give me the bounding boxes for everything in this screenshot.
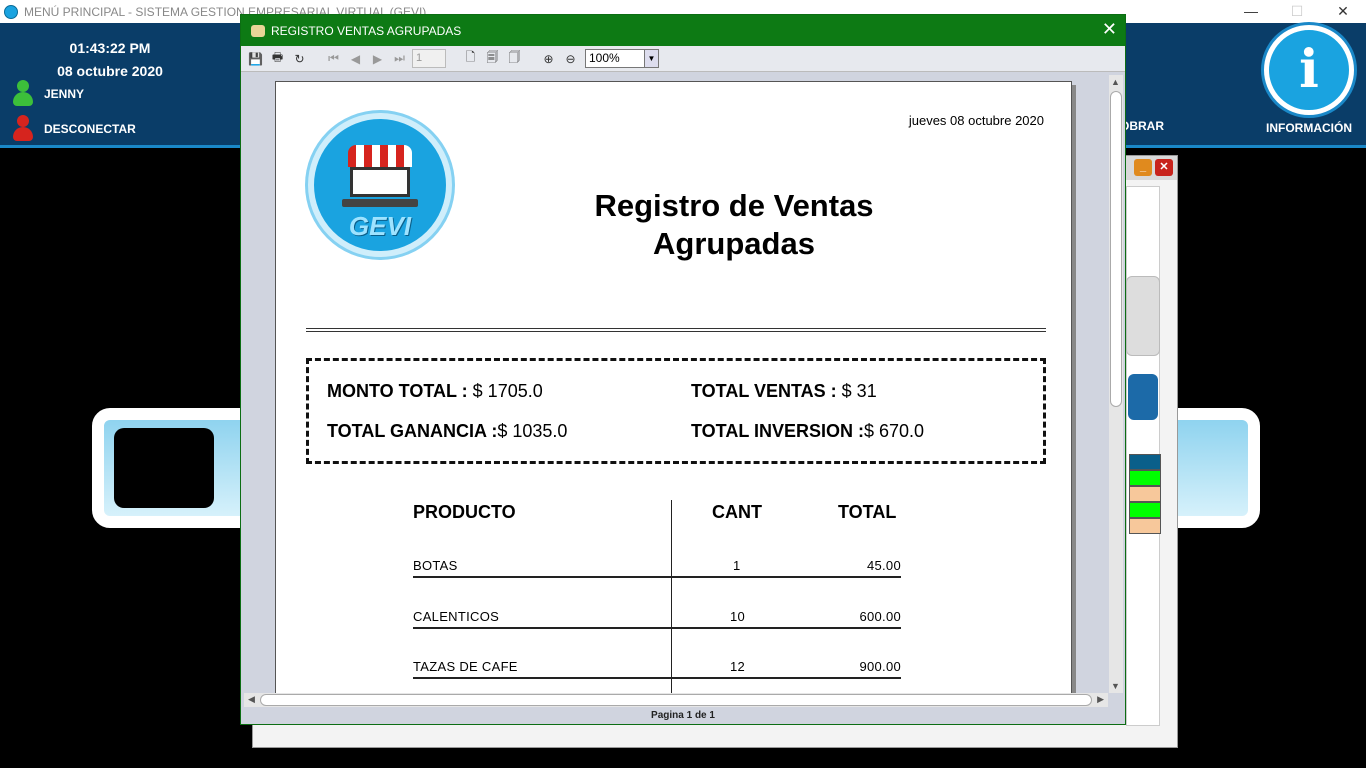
cobrar-label: OBRAR: [1120, 119, 1164, 133]
column-cant: CANT: [712, 502, 762, 522]
maximize-button[interactable]: ☐: [1274, 0, 1320, 23]
report-viewport: jueves 08 octubre 2020 GEVI Registro de …: [244, 75, 1108, 693]
row-cant: 1: [733, 558, 741, 573]
ventas-label: TOTAL VENTAS :: [691, 381, 842, 401]
actual-size-icon[interactable]: 🗋: [461, 49, 480, 68]
gray-button[interactable]: [1126, 276, 1160, 356]
dialog-icon: [251, 24, 265, 37]
print-icon[interactable]: 🖶: [268, 49, 287, 68]
user-item[interactable]: JENNY: [12, 80, 84, 108]
total-ventas: TOTAL VENTAS : $ 31: [691, 381, 877, 402]
info-label: INFORMACIÓN: [1266, 121, 1352, 135]
row-cant: 12: [730, 659, 746, 674]
zoom-value: 100%: [589, 51, 620, 65]
blue-button[interactable]: [1128, 374, 1158, 420]
bg-minimize-button[interactable]: _: [1134, 159, 1152, 176]
dialog-close-button[interactable]: ✕: [1102, 20, 1117, 38]
minimize-button[interactable]: —: [1228, 0, 1274, 23]
row-total: 45.00: [866, 558, 901, 573]
info-icon: i: [1264, 25, 1354, 115]
row-producto: CALENTICOS: [413, 609, 500, 624]
scroll-left-icon[interactable]: ◀: [248, 694, 255, 705]
refresh-icon[interactable]: ↻: [290, 49, 309, 68]
ganancia-label: TOTAL GANANCIA :: [327, 421, 498, 441]
horizontal-scroll-thumb[interactable]: [260, 694, 1092, 706]
ventas-value: $ 31: [841, 381, 877, 401]
row-producto: TAZAS DE CAFE: [413, 659, 518, 674]
total-inversion: TOTAL INVERSION :$ 670.0: [691, 421, 924, 442]
report-title-line1: Registro de Ventas: [594, 188, 874, 223]
report-dialog: REGISTRO VENTAS AGRUPADAS ✕ 💾 🖶 ↻ ⏮ ◀ ▶ …: [240, 14, 1126, 725]
ganancia-value: $ 1035.0: [497, 421, 568, 441]
clock: 01:43:22 PM 08 octubre 2020: [0, 37, 220, 83]
zoom-select[interactable]: 100% ▼: [585, 49, 659, 68]
report-toolbar: 💾 🖶 ↻ ⏮ ◀ ▶ ⏭ 1 🗋 🗐 🗍 ⊕ ⊖ 100% ▼: [241, 46, 1125, 72]
vertical-scrollbar[interactable]: ▲ ▼: [1109, 75, 1123, 693]
vertical-scroll-thumb[interactable]: [1110, 91, 1122, 407]
row-total: 900.00: [859, 659, 901, 674]
fit-page-icon[interactable]: 🗐: [483, 49, 502, 68]
color-legend: [1129, 454, 1161, 534]
page-status: Pagina 1 de 1: [651, 710, 715, 721]
table-row: BOTAS 1 45.00: [413, 558, 901, 578]
table-row: TAZAS DE CAFE 12 900.00: [413, 659, 901, 679]
zoom-in-icon[interactable]: ⊕: [539, 49, 558, 68]
scroll-up-icon[interactable]: ▲: [1111, 77, 1120, 87]
monto-value: $ 1705.0: [472, 381, 543, 401]
fit-width-icon[interactable]: 🗍: [505, 49, 524, 68]
gevi-logo: GEVI: [308, 113, 452, 257]
monto-total: MONTO TOTAL : $ 1705.0: [327, 381, 543, 402]
close-window-button[interactable]: ✕: [1320, 0, 1366, 23]
info-button[interactable]: i INFORMACIÓN: [1262, 25, 1356, 135]
zoom-out-icon[interactable]: ⊖: [561, 49, 580, 68]
logout-icon: [12, 115, 34, 143]
scroll-down-icon[interactable]: ▼: [1111, 681, 1120, 691]
horizontal-scrollbar[interactable]: ◀ ▶: [244, 693, 1108, 707]
report-date: jueves 08 octubre 2020: [908, 113, 1044, 128]
inversion-value: $ 670.0: [864, 421, 925, 441]
column-producto: PRODUCTO: [413, 502, 516, 522]
bg-close-button[interactable]: ✕: [1155, 159, 1173, 176]
row-producto: BOTAS: [413, 558, 458, 573]
page-number-input[interactable]: 1: [412, 49, 446, 68]
first-page-icon[interactable]: ⏮: [324, 49, 343, 68]
scroll-right-icon[interactable]: ▶: [1097, 694, 1104, 705]
total-ganancia: TOTAL GANANCIA :$ 1035.0: [327, 421, 567, 442]
row-total: 600.00: [859, 609, 901, 624]
user-name: JENNY: [44, 87, 85, 101]
prev-page-icon[interactable]: ◀: [346, 49, 365, 68]
dialog-title: REGISTRO VENTAS AGRUPADAS: [271, 23, 462, 38]
dialog-titlebar: REGISTRO VENTAS AGRUPADAS ✕: [241, 15, 1125, 46]
report-page: jueves 08 octubre 2020 GEVI Registro de …: [275, 81, 1072, 693]
table-row: CALENTICOS 10 600.00: [413, 609, 901, 629]
logout-label: DESCONECTAR: [44, 122, 136, 136]
last-page-icon[interactable]: ⏭: [390, 49, 409, 68]
inversion-label: TOTAL INVERSION :: [691, 421, 865, 441]
report-title-line2: Agrupadas: [653, 226, 815, 261]
title-divider: [306, 328, 1046, 332]
app-icon: [4, 4, 18, 19]
monto-label: MONTO TOTAL :: [327, 381, 473, 401]
logo-text: GEVI: [348, 211, 412, 241]
report-title: Registro de Ventas Agrupadas: [536, 187, 932, 263]
column-total: TOTAL: [838, 502, 897, 522]
user-icon: [12, 80, 34, 108]
summary-box: MONTO TOTAL : $ 1705.0 TOTAL VENTAS : $ …: [306, 358, 1046, 464]
chevron-down-icon[interactable]: ▼: [644, 50, 658, 67]
window-controls: — ☐ ✕: [1228, 0, 1366, 23]
row-cant: 10: [730, 609, 746, 624]
cobrar-button[interactable]: OBRAR: [1120, 119, 1164, 133]
save-icon[interactable]: 💾: [246, 49, 265, 68]
next-page-icon[interactable]: ▶: [368, 49, 387, 68]
logout-button[interactable]: DESCONECTAR: [12, 115, 136, 143]
clock-time: 01:43:22 PM: [69, 40, 151, 56]
